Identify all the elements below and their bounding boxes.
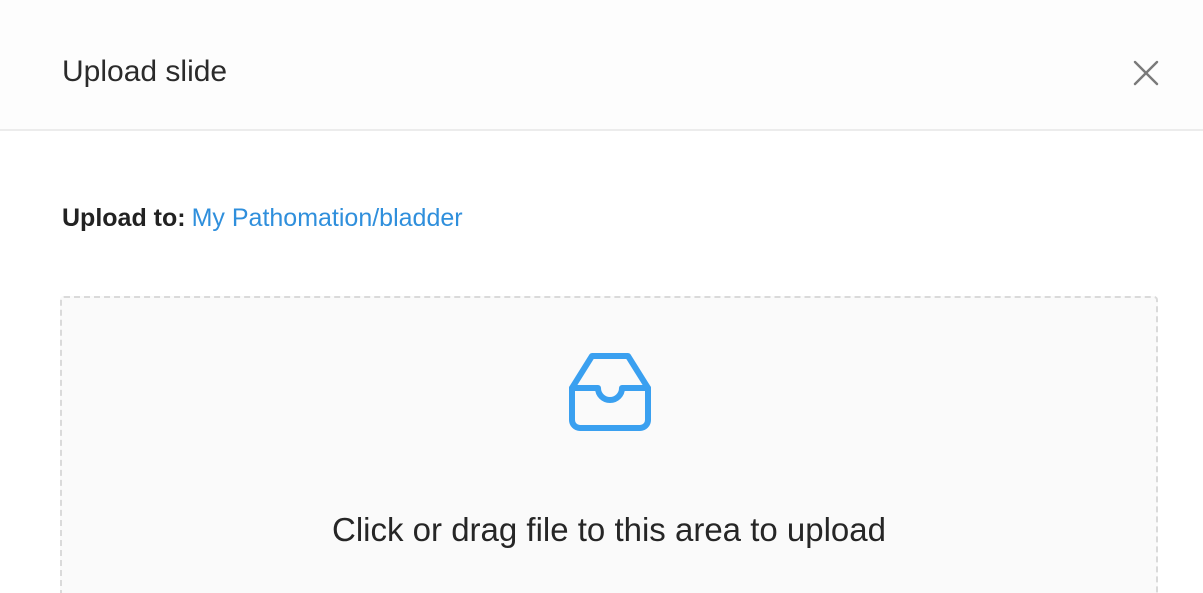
modal-title: Upload slide xyxy=(62,55,228,88)
close-button[interactable] xyxy=(1128,55,1164,91)
upload-slide-modal: Upload slide Upload to: My Pathomation/bl… xyxy=(0,0,1203,593)
close-icon xyxy=(1133,60,1159,86)
upload-destination: Upload to: My Pathomation/bladder xyxy=(62,201,463,235)
inbox-icon xyxy=(568,350,652,434)
upload-to-label: Upload to: xyxy=(62,204,186,232)
modal-header: Upload slide xyxy=(0,0,1203,131)
upload-to-path-link[interactable]: My Pathomation/bladder xyxy=(192,204,463,232)
dropzone-hint: Click or drag file to this area to uploa… xyxy=(332,511,886,548)
upload-dropzone[interactable]: Click or drag file to this area to uploa… xyxy=(60,296,1158,593)
